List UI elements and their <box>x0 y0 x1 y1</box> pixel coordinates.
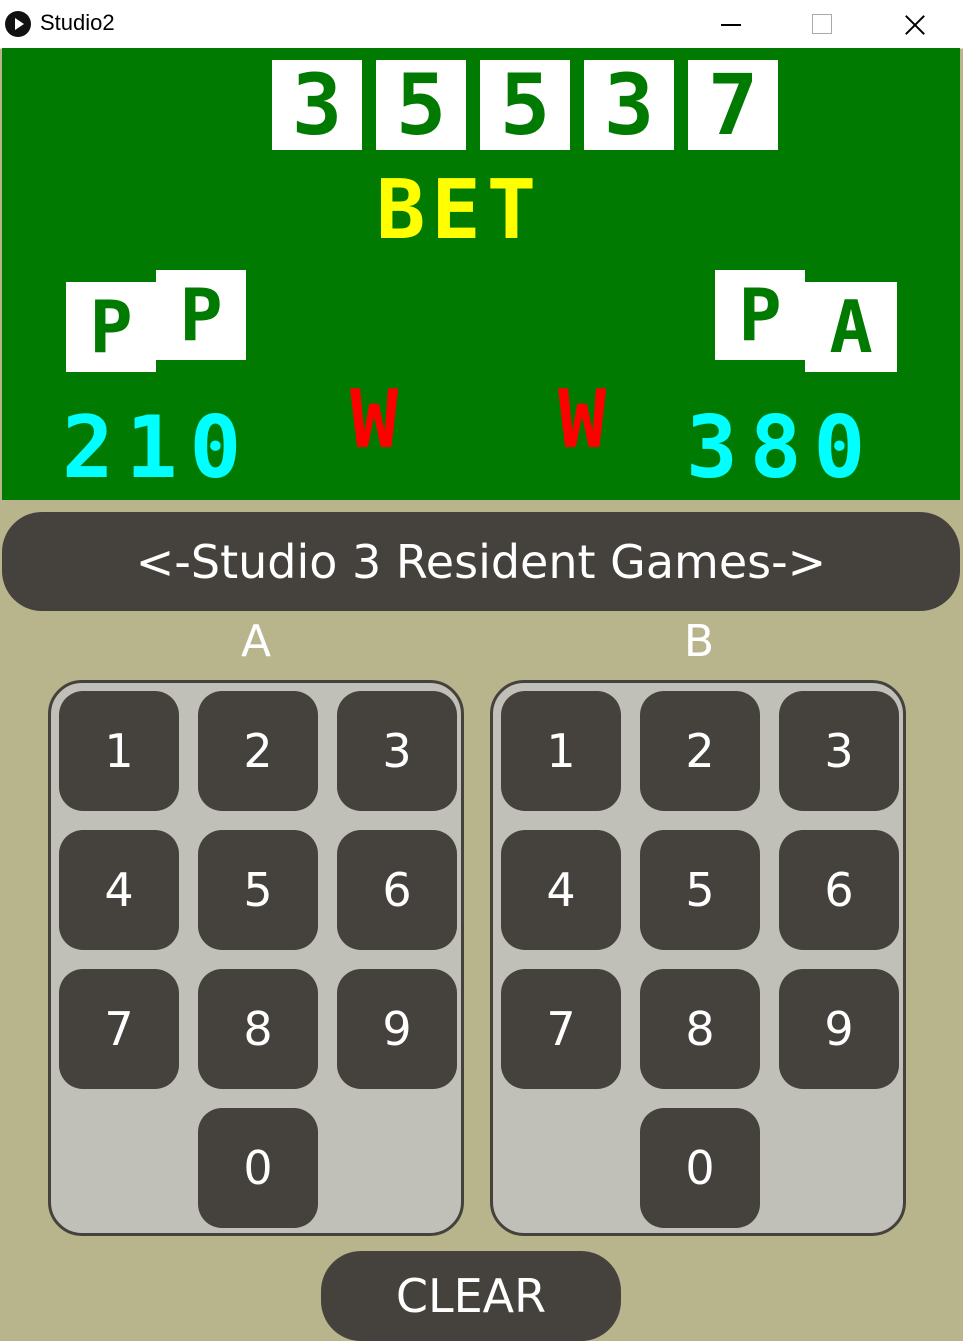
score-digit: 7 <box>688 60 778 150</box>
pad-a-label: A <box>240 616 272 667</box>
right-card-1: P <box>715 270 805 360</box>
key-a-3[interactable]: 3 <box>337 691 457 811</box>
key-b-1[interactable]: 1 <box>501 691 621 811</box>
key-a-2[interactable]: 2 <box>198 691 318 811</box>
keypad-a: 1 2 3 4 5 6 7 8 9 0 <box>48 680 464 1236</box>
key-b-0[interactable]: 0 <box>640 1108 760 1228</box>
key-b-4[interactable]: 4 <box>501 830 621 950</box>
right-player-score: 380 <box>686 398 878 498</box>
pad-b-label: B <box>683 616 715 667</box>
left-player-score: 210 <box>62 398 254 498</box>
app-play-icon <box>5 11 31 37</box>
key-b-9[interactable]: 9 <box>779 969 899 1089</box>
key-b-6[interactable]: 6 <box>779 830 899 950</box>
score-digit: 3 <box>272 60 362 150</box>
left-card-2: P <box>156 270 246 360</box>
key-b-8[interactable]: 8 <box>640 969 760 1089</box>
left-indicator: W <box>350 373 399 466</box>
score-digit: 5 <box>480 60 570 150</box>
key-a-7[interactable]: 7 <box>59 969 179 1089</box>
key-a-6[interactable]: 6 <box>337 830 457 950</box>
key-b-5[interactable]: 5 <box>640 830 760 950</box>
bet-label: BET <box>376 163 543 258</box>
close-button[interactable] <box>868 0 960 48</box>
right-card-2: A <box>805 282 897 372</box>
window-title: Studio2 <box>40 10 115 35</box>
key-b-3[interactable]: 3 <box>779 691 899 811</box>
key-b-7[interactable]: 7 <box>501 969 621 1089</box>
key-a-0[interactable]: 0 <box>198 1108 318 1228</box>
keypad-b: 1 2 3 4 5 6 7 8 9 0 <box>490 680 906 1236</box>
right-indicator: W <box>558 373 607 466</box>
resident-games-button[interactable]: <-Studio 3 Resident Games-> <box>2 512 960 611</box>
score-digit: 5 <box>376 60 466 150</box>
clear-button[interactable]: CLEAR <box>321 1251 621 1341</box>
key-a-1[interactable]: 1 <box>59 691 179 811</box>
left-card-1: P <box>66 282 156 372</box>
key-a-4[interactable]: 4 <box>59 830 179 950</box>
maximize-button[interactable] <box>776 0 868 48</box>
key-a-5[interactable]: 5 <box>198 830 318 950</box>
key-a-8[interactable]: 8 <box>198 969 318 1089</box>
title-bar: Studio2 <box>0 0 963 49</box>
minimize-button[interactable] <box>684 0 776 48</box>
score-digit: 3 <box>584 60 674 150</box>
score-display: 3 5 5 3 7 <box>272 60 778 150</box>
key-a-9[interactable]: 9 <box>337 969 457 1089</box>
key-b-2[interactable]: 2 <box>640 691 760 811</box>
